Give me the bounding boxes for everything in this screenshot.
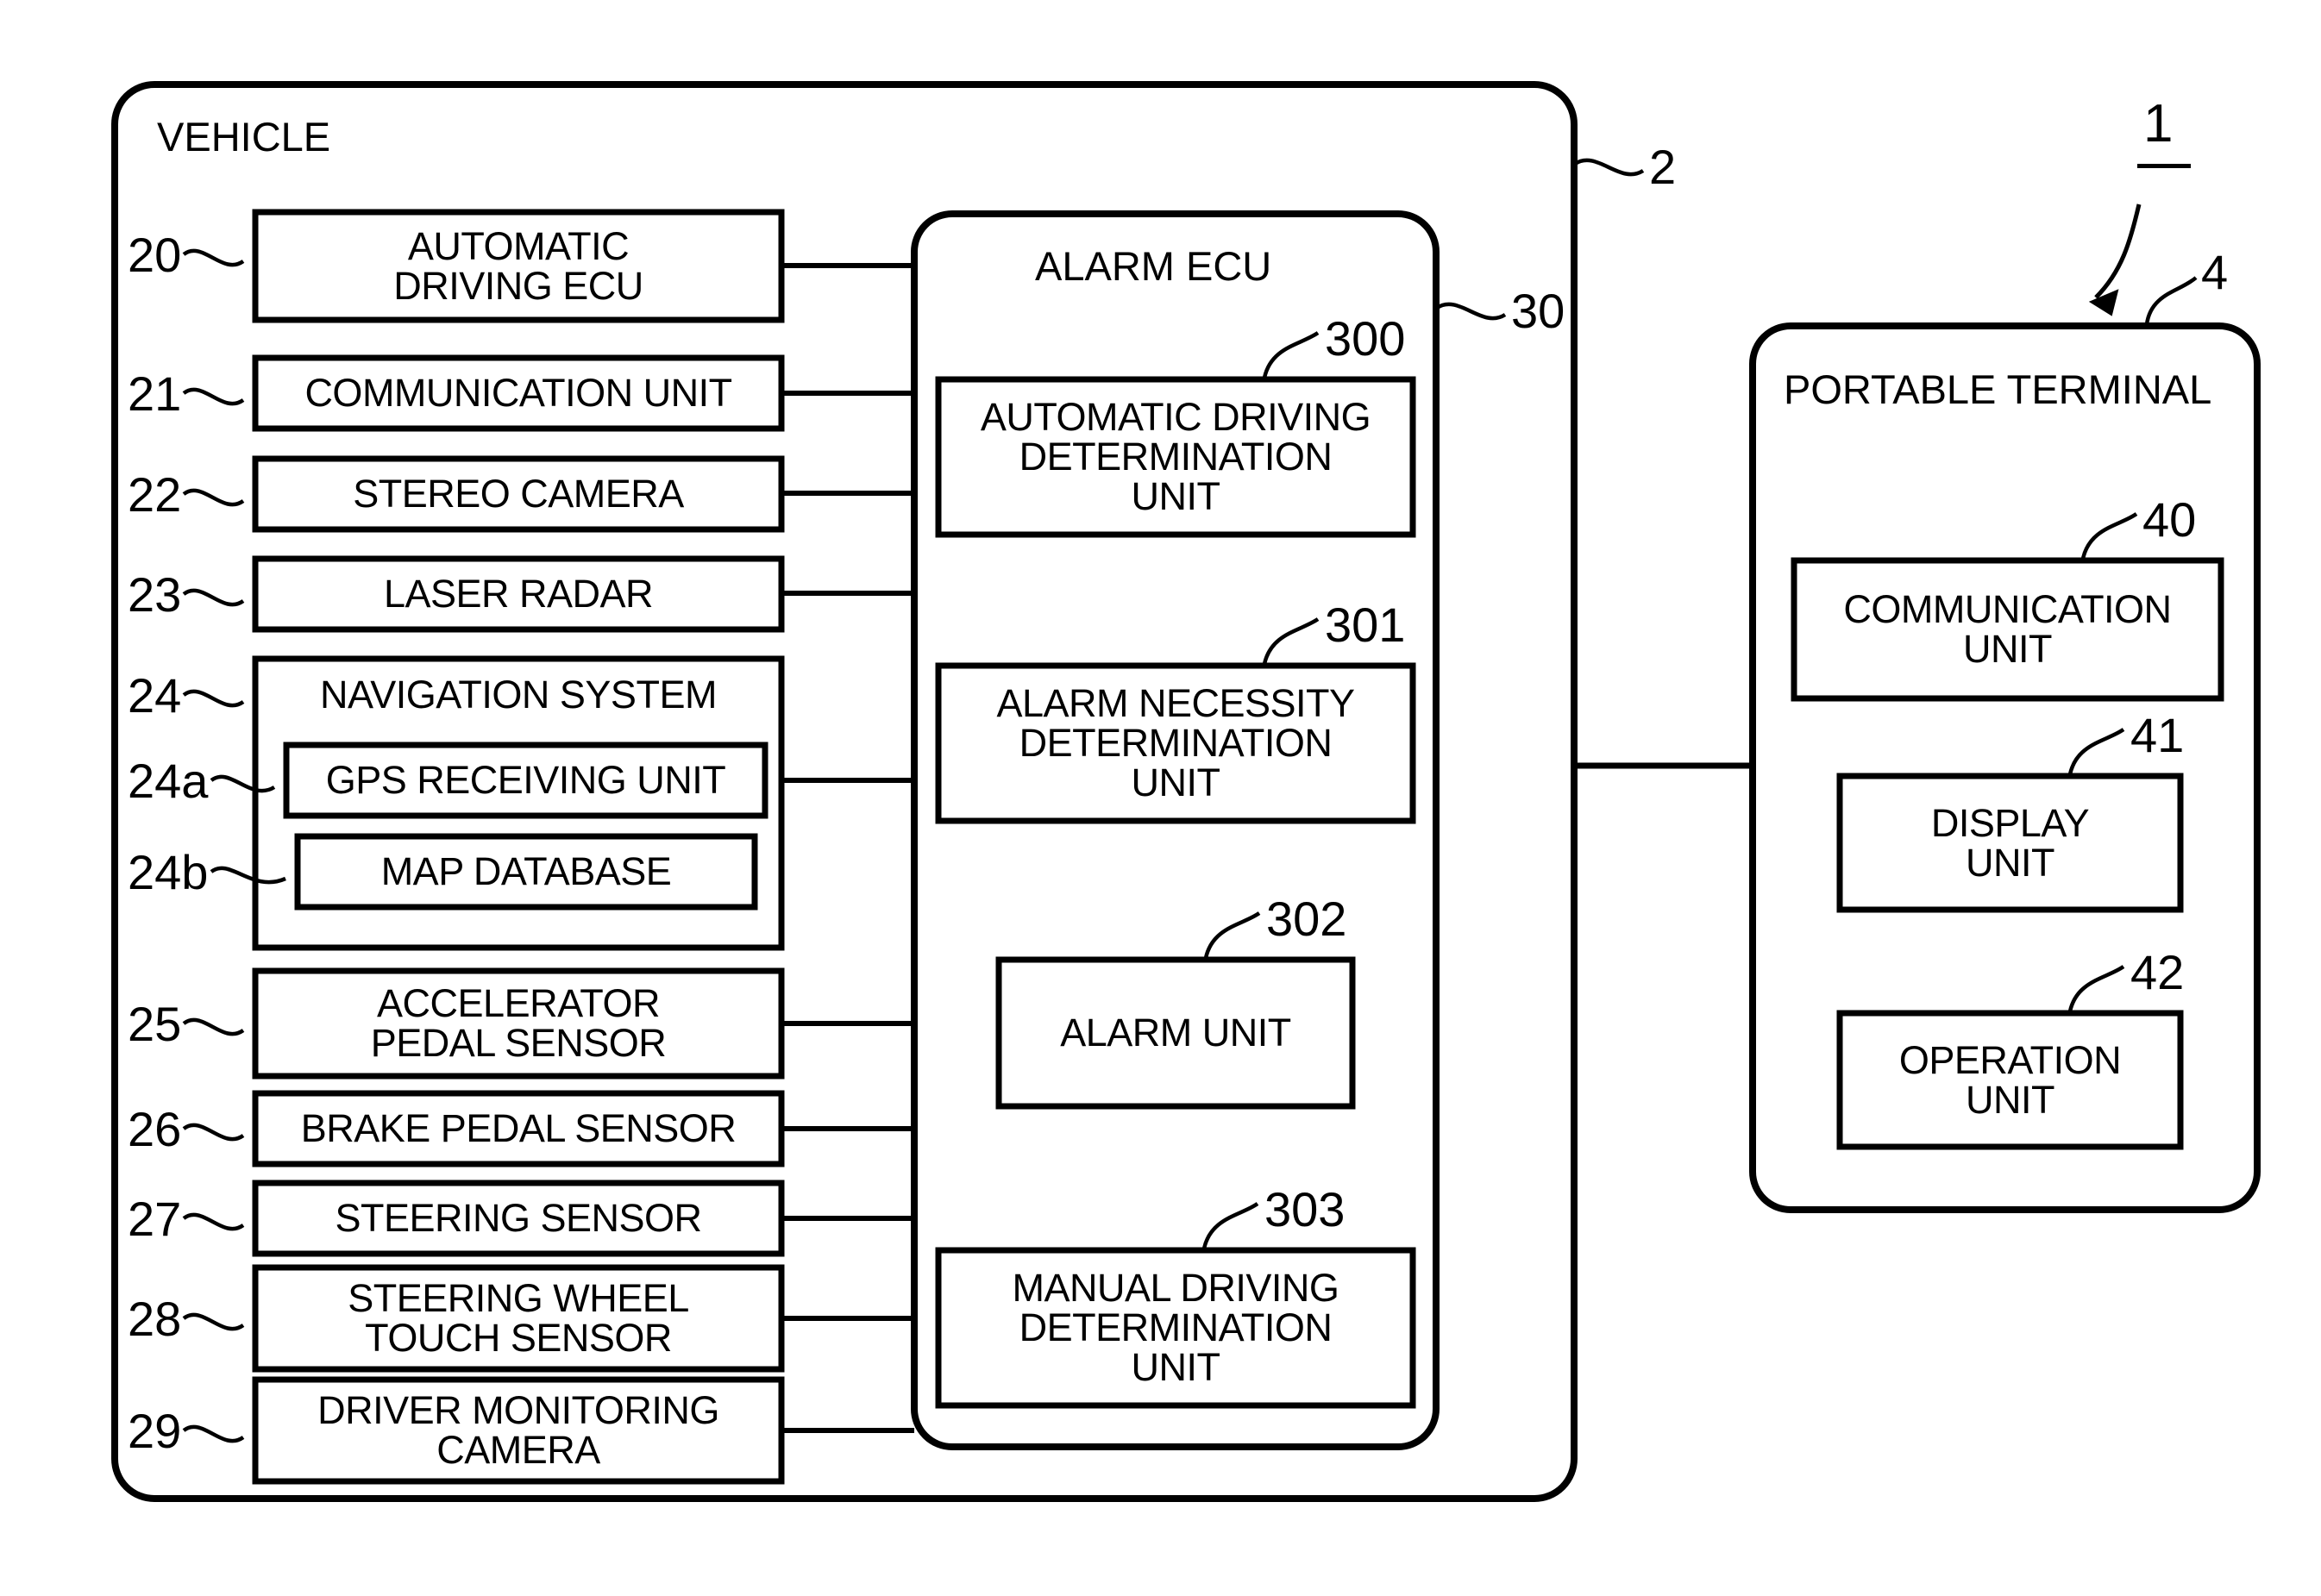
label-gps-receiving-unit: GPS RECEIVING UNIT (325, 758, 726, 803)
label-laser-radar: LASER RADAR (383, 572, 654, 616)
arrowhead-icon (2088, 289, 2119, 316)
figure-reference-arrow (2094, 203, 2142, 299)
vehicle-title: VEHICLE (157, 114, 331, 160)
figure-reference-underline (2137, 164, 2191, 168)
reference-24b: 24b (128, 845, 209, 899)
reference-23: 23 (128, 567, 182, 622)
reference-22: 22 (128, 467, 182, 522)
reference-24a: 24a (128, 754, 209, 808)
reference-28: 28 (128, 1292, 182, 1346)
reference-21: 21 (128, 366, 182, 421)
label-terminal-communication-unit: COMMUNICATION UNIT (1843, 587, 2172, 671)
label-communication-unit: COMMUNICATION UNIT (304, 371, 732, 416)
reference-25: 25 (128, 997, 182, 1051)
reference-301: 301 (1325, 598, 1406, 652)
reference-40: 40 (2142, 492, 2197, 547)
label-alarm-unit: ALARM UNIT (1060, 1011, 1291, 1055)
label-navigation-system: NAVIGATION SYSTEM (320, 673, 717, 717)
alarm-ecu-reference: 30 (1511, 284, 1565, 338)
label-stereo-camera: STEREO CAMERA (353, 472, 684, 516)
figure-canvas: 1 VEHICLE 2 ALARM ECU 30 PORTABLE TERMIN… (0, 0, 2321, 1596)
label-automatic-driving-ecu: AUTOMATIC DRIVING ECU (393, 223, 643, 308)
label-alarm-necessity-determination-unit: ALARM NECESSITY DETERMINATION UNIT (996, 681, 1355, 804)
label-accelerator-pedal-sensor: ACCELERATOR PEDAL SENSOR (370, 981, 667, 1065)
portable-terminal-title: PORTABLE TERMINAL (1784, 366, 2212, 412)
label-manual-driving-determination-unit: MANUAL DRIVING DETERMINATION UNIT (1012, 1266, 1339, 1389)
alarm-ecu-title: ALARM ECU (1035, 243, 1272, 289)
label-steering-wheel-touch-sensor: STEERING WHEEL TOUCH SENSOR (348, 1276, 689, 1360)
reference-42: 42 (2130, 945, 2185, 999)
reference-300: 300 (1325, 311, 1406, 366)
figure-reference-number: 1 (2143, 94, 2174, 153)
vehicle-reference: 2 (1649, 140, 1677, 194)
reference-303: 303 (1264, 1182, 1346, 1236)
reference-26: 26 (128, 1102, 182, 1156)
reference-20: 20 (128, 228, 182, 282)
reference-302: 302 (1266, 892, 1347, 946)
reference-41: 41 (2130, 708, 2185, 762)
label-map-database: MAP DATABASE (380, 849, 672, 894)
reference-29: 29 (128, 1404, 182, 1458)
reference-27: 27 (128, 1192, 182, 1246)
connector-lines (781, 263, 914, 1433)
label-steering-sensor: STEERING SENSOR (335, 1196, 702, 1241)
portable-terminal-reference: 4 (2201, 245, 2229, 299)
label-driver-monitoring-camera: DRIVER MONITORING CAMERA (317, 1388, 719, 1472)
reference-24: 24 (128, 668, 182, 723)
label-operation-unit: OPERATION UNIT (1898, 1037, 2122, 1122)
label-brake-pedal-sensor: BRAKE PEDAL SENSOR (300, 1106, 737, 1151)
label-display-unit: DISPLAY UNIT (1930, 800, 2090, 885)
label-automatic-driving-determination-unit: AUTOMATIC DRIVING DETERMINATION UNIT (980, 395, 1371, 518)
